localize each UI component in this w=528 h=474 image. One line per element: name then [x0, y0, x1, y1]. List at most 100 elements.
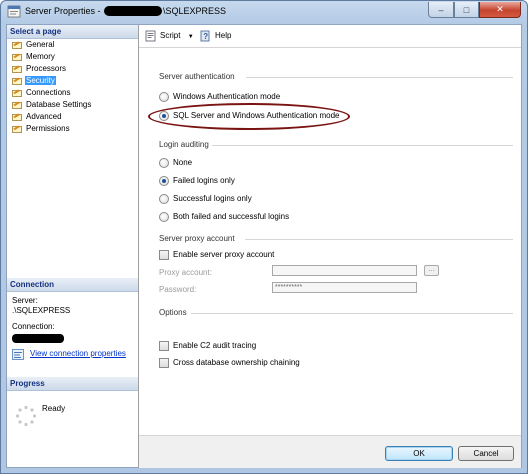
- server-authentication-label: Server authentication: [159, 72, 235, 81]
- password-input[interactable]: **********: [272, 282, 417, 293]
- divider: [245, 239, 513, 240]
- connection-details: Server: .\SQLEXPRESS Connection: View co…: [7, 292, 138, 363]
- checkbox-indicator: [159, 341, 169, 351]
- toolbar: Script ▼ ? Help: [139, 25, 521, 48]
- view-connection-properties-link[interactable]: View connection properties: [12, 349, 133, 360]
- page-icon: [12, 113, 22, 121]
- title-suffix: \SQLEXPRESS: [163, 6, 227, 16]
- window-title: Server Properties - \SQLEXPRESS: [25, 6, 226, 16]
- page-item-processors[interactable]: Processors: [7, 63, 138, 75]
- page-label: General: [26, 40, 55, 49]
- progress-section: Progress Ready: [7, 377, 138, 451]
- page-item-memory[interactable]: Memory: [7, 51, 138, 63]
- radio-indicator: [159, 158, 169, 168]
- cancel-button[interactable]: Cancel: [458, 446, 514, 461]
- enable-proxy-account-label: Enable server proxy account: [173, 250, 275, 259]
- connection-label: Connection:: [12, 322, 55, 331]
- cross-db-ownership-checkbox[interactable]: Cross database ownership chaining: [159, 357, 300, 369]
- dialog-button-bar: OK Cancel: [139, 435, 521, 468]
- ok-button[interactable]: OK: [385, 446, 453, 461]
- server-label: Server:: [12, 296, 38, 305]
- progress-header: Progress: [7, 377, 138, 391]
- progress-status: Ready: [42, 404, 66, 413]
- windows-auth-mode-radio[interactable]: Windows Authentication mode: [159, 91, 280, 103]
- server-proxy-account-label: Server proxy account: [159, 234, 235, 243]
- login-auditing-label: Login auditing: [159, 140, 209, 149]
- redacted-server-name: [104, 6, 163, 16]
- progress-spinner-icon: [15, 405, 37, 427]
- divider: [191, 313, 513, 314]
- radio-indicator: [159, 176, 169, 186]
- title-bar[interactable]: Server Properties - \SQLEXPRESS – □ ✕: [1, 1, 527, 23]
- connection-header: Connection: [7, 278, 138, 292]
- page-icon: [12, 125, 22, 133]
- window-controls: – □ ✕: [428, 2, 521, 18]
- page-label: Security: [25, 76, 56, 85]
- close-button[interactable]: ✕: [479, 2, 521, 18]
- page-label: Connections: [26, 88, 71, 97]
- page-label: Memory: [26, 52, 55, 61]
- page-icon: [12, 101, 22, 109]
- checkbox-indicator: [159, 250, 169, 260]
- page-icon: [12, 41, 22, 49]
- audit-both-label: Both failed and successful logins: [173, 212, 290, 221]
- radio-indicator: [159, 111, 169, 121]
- windows-auth-mode-label: Windows Authentication mode: [173, 92, 281, 101]
- script-icon: [145, 30, 156, 42]
- dialog-client-area: Select a page General Memory Processors …: [6, 24, 522, 468]
- audit-none-radio[interactable]: None: [159, 157, 192, 169]
- proxy-account-browse-button[interactable]: ...: [424, 265, 439, 276]
- title-prefix: Server Properties -: [25, 6, 104, 16]
- redacted-connection-name: [12, 334, 64, 343]
- radio-indicator: [159, 212, 169, 222]
- chevron-down-icon[interactable]: ▼: [188, 34, 194, 40]
- select-page-header: Select a page: [7, 25, 138, 39]
- checkbox-indicator: [159, 358, 169, 368]
- radio-indicator: [159, 92, 169, 102]
- page-list: General Memory Processors Security Conne…: [7, 39, 138, 135]
- help-button[interactable]: ? Help: [200, 30, 231, 42]
- password-label: Password:: [159, 285, 197, 294]
- radio-indicator: [159, 194, 169, 204]
- page-item-security[interactable]: Security: [7, 75, 138, 87]
- page-icon: [12, 53, 22, 61]
- page-icon: [12, 65, 22, 73]
- page-item-general[interactable]: General: [7, 39, 138, 51]
- minimize-button[interactable]: –: [428, 2, 454, 18]
- script-button[interactable]: Script ▼: [145, 30, 194, 42]
- page-item-advanced[interactable]: Advanced: [7, 111, 138, 123]
- left-pane: Select a page General Memory Processors …: [7, 25, 139, 467]
- page-label: Processors: [26, 64, 67, 73]
- help-icon: ?: [200, 30, 210, 42]
- page-icon: [12, 89, 22, 97]
- page-label: Advanced: [26, 112, 62, 121]
- page-label: Permissions: [26, 124, 70, 133]
- connection-properties-icon: [12, 349, 24, 360]
- proxy-account-label: Proxy account:: [159, 268, 212, 277]
- maximize-button[interactable]: □: [454, 2, 479, 18]
- audit-successful-only-radio[interactable]: Successful logins only: [159, 193, 252, 205]
- server-properties-window: Server Properties - \SQLEXPRESS – □ ✕ Se…: [0, 0, 528, 474]
- right-pane: Script ▼ ? Help Server authentication Wi…: [139, 25, 521, 435]
- divider: [212, 145, 513, 146]
- audit-successful-only-label: Successful logins only: [173, 194, 252, 203]
- audit-failed-only-radio[interactable]: Failed logins only: [159, 175, 235, 187]
- page-item-connections[interactable]: Connections: [7, 87, 138, 99]
- progress-body: Ready: [7, 391, 138, 451]
- sql-and-windows-auth-mode-radio[interactable]: SQL Server and Windows Authentication mo…: [159, 110, 339, 122]
- server-value: .\SQLEXPRESS: [12, 306, 71, 315]
- page-item-permissions[interactable]: Permissions: [7, 123, 138, 135]
- page-item-database-settings[interactable]: Database Settings: [7, 99, 138, 111]
- options-label: Options: [159, 308, 187, 317]
- view-connection-properties-label: View connection properties: [30, 349, 126, 358]
- proxy-account-input[interactable]: [272, 265, 417, 276]
- page-label: Database Settings: [26, 100, 92, 109]
- page-icon: [12, 77, 22, 85]
- divider: [246, 77, 513, 78]
- c2-audit-tracing-label: Enable C2 audit tracing: [173, 341, 257, 350]
- c2-audit-tracing-checkbox[interactable]: Enable C2 audit tracing: [159, 340, 256, 352]
- svg-text:?: ?: [203, 32, 208, 41]
- enable-proxy-account-checkbox[interactable]: Enable server proxy account: [159, 249, 274, 261]
- audit-both-radio[interactable]: Both failed and successful logins: [159, 211, 289, 223]
- connection-section: Connection Server: .\SQLEXPRESS Connecti…: [7, 278, 138, 363]
